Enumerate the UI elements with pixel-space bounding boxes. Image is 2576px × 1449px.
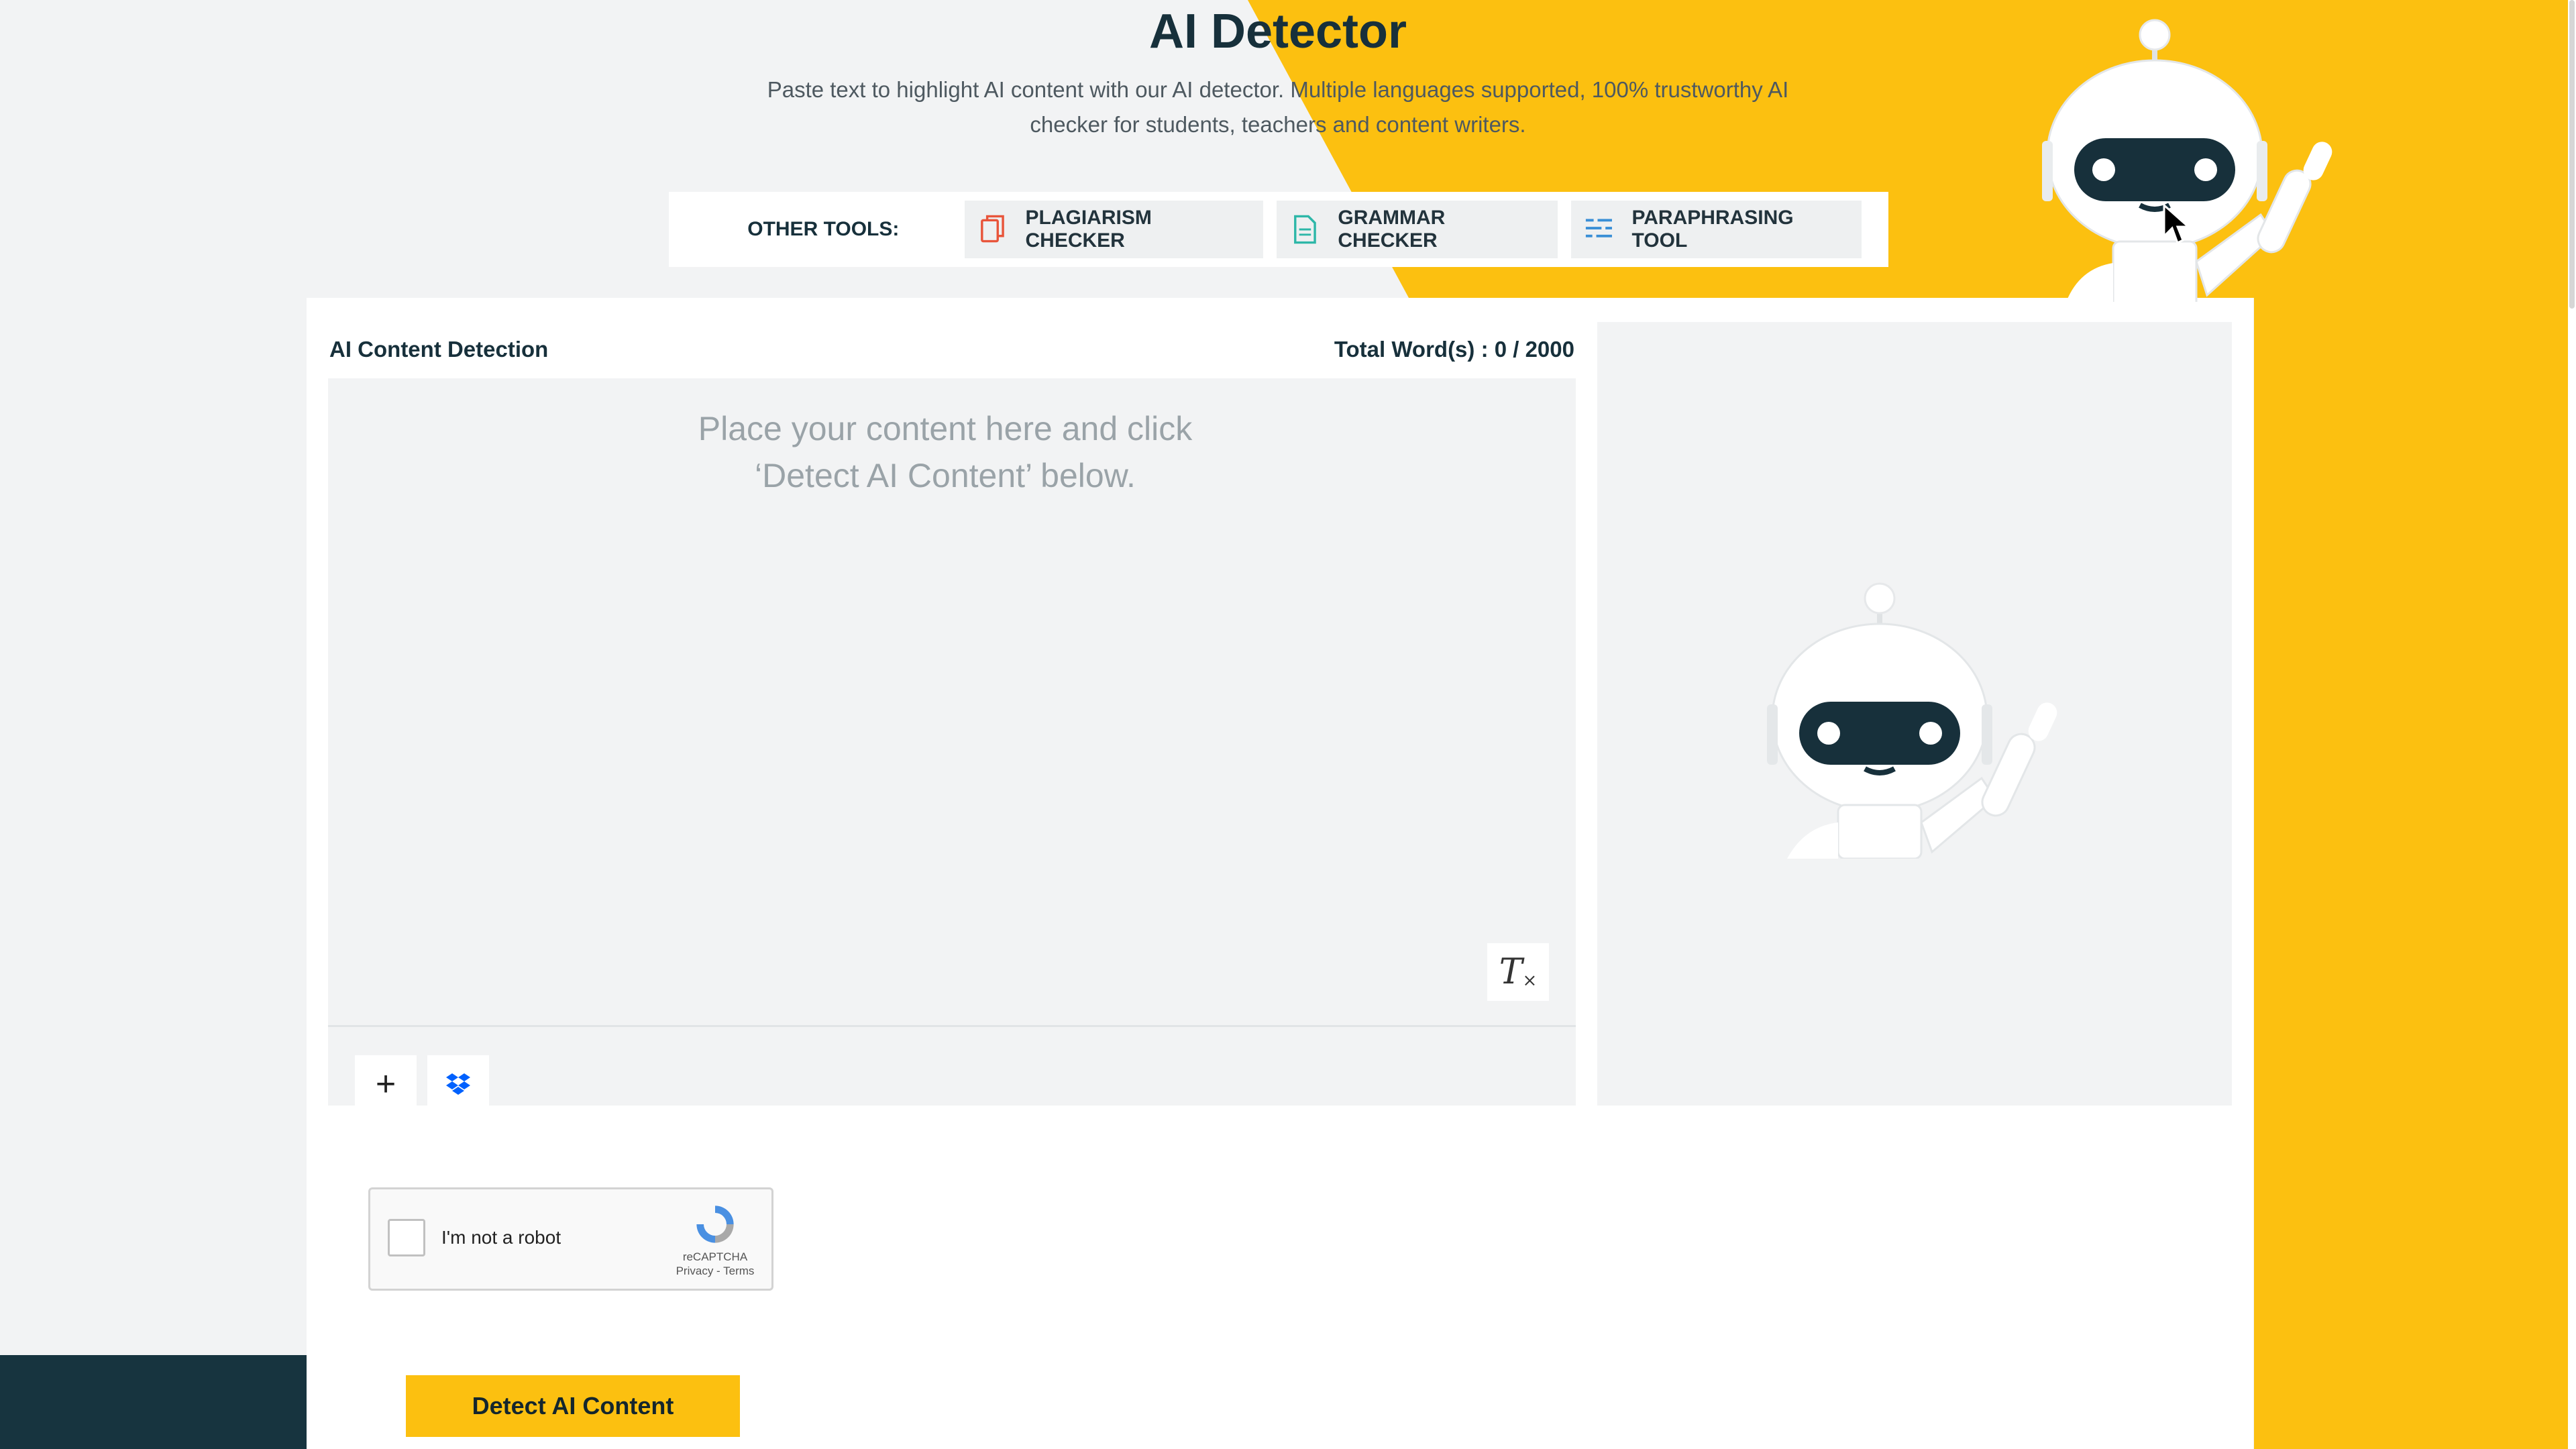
recaptcha-brand: reCAPTCHA Privacy - Terms (675, 1201, 755, 1278)
editor-placeholder: Place your content here and click ‘Detec… (328, 405, 1562, 499)
detector-heading: AI Content Detection (329, 337, 549, 362)
placeholder-line-1: Place your content here and click (698, 410, 1193, 447)
plus-icon: + (375, 1065, 396, 1104)
grammar-checker-label: GRAMMAR CHECKER (1338, 207, 1446, 252)
copy-document-icon (980, 215, 1004, 243)
scrollbar-thumb[interactable] (2569, 0, 2575, 309)
page-subtitle: Paste text to highlight AI content with … (767, 77, 1789, 137)
recaptcha-logo-icon (696, 1205, 734, 1243)
other-tools-label: OTHER TOOLS: (747, 218, 900, 240)
recaptcha-label: I'm not a robot (441, 1227, 561, 1248)
robot-mascot-image (2042, 19, 2332, 302)
mouse-cursor-icon (2163, 204, 2190, 245)
dropbox-button[interactable] (427, 1055, 489, 1113)
placeholder-line-2: ‘Detect AI Content’ below. (755, 457, 1136, 494)
word-count: Total Word(s) : 0 / 2000 (1334, 337, 1574, 362)
scrollbar[interactable] (2568, 0, 2576, 1449)
lines-icon (1585, 219, 1612, 237)
detector-card: AI Content Detection Total Word(s) : 0 /… (307, 298, 2253, 1449)
dark-footer-strip (0, 1355, 309, 1449)
other-tools-bar: OTHER TOOLS: PLAGIARISM CHECKER GRAMMAR … (669, 192, 1888, 267)
paraphrasing-tool-link[interactable]: PARAPHRASING TOOL (1570, 201, 1862, 258)
plagiarism-checker-link[interactable]: PLAGIARISM CHECKER (964, 201, 1264, 258)
dropbox-icon (446, 1073, 470, 1095)
recaptcha-brand-text: reCAPTCHA (682, 1250, 748, 1263)
recaptcha-checkbox[interactable] (388, 1219, 425, 1256)
recaptcha-links[interactable]: Privacy - Terms (675, 1264, 755, 1278)
robot-placeholder-image (1767, 582, 2057, 859)
recaptcha-widget: I'm not a robot reCAPTCHA Privacy - Term… (368, 1187, 773, 1291)
paraphrasing-tool-label: PARAPHRASING TOOL (1631, 207, 1794, 252)
clear-format-button[interactable]: T × (1487, 943, 1549, 1001)
editor-footer: + (328, 1025, 1576, 1113)
grammar-checker-link[interactable]: GRAMMAR CHECKER (1277, 201, 1558, 258)
clear-format-icon: T (1499, 952, 1523, 992)
detect-ai-content-button[interactable]: Detect AI Content (406, 1375, 740, 1437)
plagiarism-checker-label: PLAGIARISM CHECKER (1025, 207, 1152, 252)
text-input-area[interactable]: Place your content here and click ‘Detec… (328, 378, 1576, 1113)
add-file-button[interactable]: + (355, 1055, 417, 1113)
document-icon (1294, 215, 1317, 244)
clear-format-x: × (1522, 971, 1538, 991)
